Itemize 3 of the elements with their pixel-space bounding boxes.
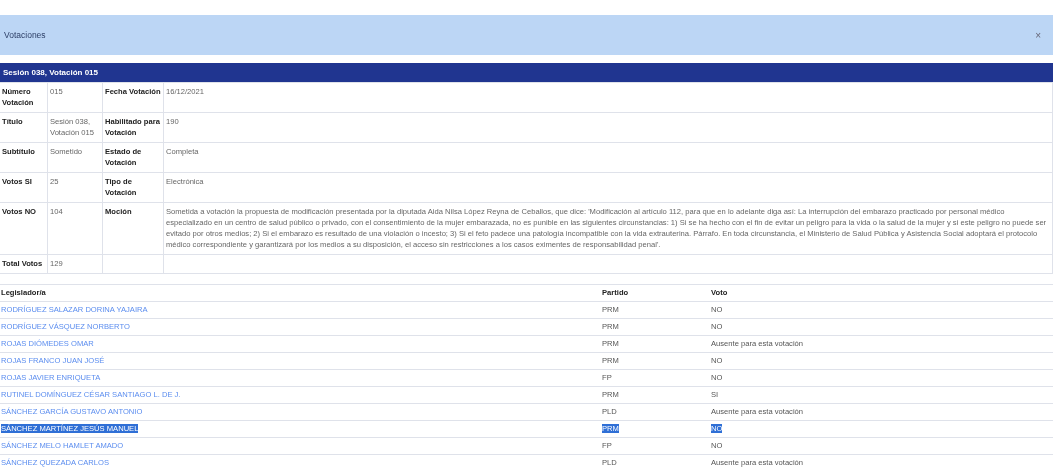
panel-title: Votaciones xyxy=(4,30,46,40)
detail-title: Sesión 038, Votación 015 xyxy=(0,63,1053,82)
close-button[interactable]: × xyxy=(1035,29,1041,41)
